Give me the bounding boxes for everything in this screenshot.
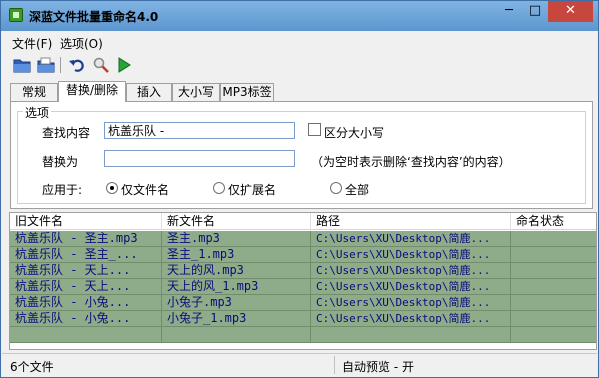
replace-tab-panel: 选项 查找内容 区分大小写 替换为 （为空时表示删除‘查找内容’的内容） 应用于…	[10, 101, 593, 209]
table-row[interactable]: 杭盖乐队 - 圣主_... 圣主_1.mp3 C:\Users\XU\Deskt…	[10, 247, 596, 263]
empty-cell	[511, 327, 596, 342]
table-row[interactable]: 杭盖乐队 - 小兔... 小兔子.mp3 C:\Users\XU\Desktop…	[10, 295, 596, 311]
tab-replace-delete[interactable]: 替换/删除	[58, 81, 126, 102]
radio-extension-only[interactable]	[213, 182, 225, 194]
auto-preview-status: 自动预览 - 开	[342, 360, 414, 374]
find-input[interactable]	[104, 122, 295, 139]
status-cell	[511, 247, 596, 262]
table-row[interactable]: 杭盖乐队 - 圣主.mp3 圣主.mp3 C:\Users\XU\Desktop…	[10, 231, 596, 247]
maximize-button[interactable]: □	[522, 1, 548, 22]
preview-icon[interactable]	[92, 56, 110, 74]
main-window: 深蓝文件批量重命名4.0 ─ □ ✕ 文件(F) 选项(O) 常规 替换/删除 …	[0, 0, 599, 378]
case-sensitive-label[interactable]: 区分大小写	[324, 124, 384, 141]
path-cell: C:\Users\XU\Desktop\简鹿...	[311, 279, 511, 294]
replace-hint: （为空时表示删除‘查找内容’的内容）	[311, 155, 511, 169]
close-button[interactable]: ✕	[548, 1, 593, 22]
radio-extension-label[interactable]: 仅扩展名	[228, 181, 276, 198]
column-old-name[interactable]: 旧文件名	[10, 213, 162, 230]
radio-filename-label[interactable]: 仅文件名	[121, 181, 169, 198]
open-folder-icon[interactable]	[13, 56, 31, 74]
table-row[interactable]: 杭盖乐队 - 天上... 天上的风_1.mp3 C:\Users\XU\Desk…	[10, 279, 596, 295]
empty-cell	[162, 327, 311, 342]
tab-mp3-tag[interactable]: MP3标签	[220, 83, 274, 101]
radio-filename-only[interactable]	[106, 182, 118, 194]
new-name-cell: 天上的风.mp3	[162, 263, 311, 278]
radio-all-label[interactable]: 全部	[345, 181, 369, 198]
app-icon	[9, 8, 23, 22]
run-icon[interactable]	[115, 56, 133, 74]
path-cell: C:\Users\XU\Desktop\简鹿...	[311, 263, 511, 278]
menu-bar: 文件(F) 选项(O)	[2, 32, 597, 52]
empty-cell	[10, 327, 162, 342]
old-name-cell: 杭盖乐队 - 圣主_...	[10, 247, 162, 262]
status-cell	[511, 231, 596, 246]
path-cell: C:\Users\XU\Desktop\简鹿...	[311, 295, 511, 310]
status-cell	[511, 279, 596, 294]
table-row-empty	[10, 327, 596, 343]
undo-icon[interactable]	[68, 56, 86, 74]
toolbar	[2, 53, 597, 77]
status-cell	[511, 311, 596, 326]
empty-cell	[311, 327, 511, 342]
options-group: 选项 查找内容 区分大小写 替换为 （为空时表示删除‘查找内容’的内容） 应用于…	[17, 104, 586, 204]
old-name-cell: 杭盖乐队 - 小兔...	[10, 311, 162, 326]
column-new-name[interactable]: 新文件名	[162, 213, 311, 230]
tab-case[interactable]: 大小写	[172, 83, 220, 101]
file-count-status: 6个文件	[10, 360, 54, 374]
find-label: 查找内容	[42, 126, 91, 140]
tab-insert[interactable]: 插入	[126, 83, 172, 101]
status-divider	[334, 356, 335, 374]
status-cell	[511, 263, 596, 278]
new-name-cell: 小兔子.mp3	[162, 295, 311, 310]
column-path[interactable]: 路径	[311, 213, 511, 230]
path-cell: C:\Users\XU\Desktop\简鹿...	[311, 231, 511, 246]
table-row[interactable]: 杭盖乐队 - 天上... 天上的风.mp3 C:\Users\XU\Deskto…	[10, 263, 596, 279]
title-bar[interactable]: 深蓝文件批量重命名4.0 ─ □ ✕	[1, 1, 598, 31]
old-name-cell: 杭盖乐队 - 圣主.mp3	[10, 231, 162, 246]
new-name-cell: 小兔子_1.mp3	[162, 311, 311, 326]
window-title: 深蓝文件批量重命名4.0	[29, 10, 159, 24]
status-cell	[511, 295, 596, 310]
path-cell: C:\Users\XU\Desktop\简鹿...	[311, 311, 511, 326]
path-cell: C:\Users\XU\Desktop\简鹿...	[311, 247, 511, 262]
menu-options[interactable]: 选项(O)	[60, 35, 103, 52]
options-group-title: 选项	[23, 104, 52, 121]
new-name-cell: 圣主.mp3	[162, 231, 311, 246]
menu-file[interactable]: 文件(F)	[12, 35, 52, 52]
old-name-cell: 杭盖乐队 - 小兔...	[10, 295, 162, 310]
replace-label: 替换为	[42, 155, 79, 169]
new-name-cell: 圣主_1.mp3	[162, 247, 311, 262]
radio-all[interactable]	[330, 182, 342, 194]
replace-input[interactable]	[104, 150, 295, 167]
status-bar: 6个文件 自动预览 - 开	[2, 353, 597, 375]
list-rows: 杭盖乐队 - 圣主.mp3 圣主.mp3 C:\Users\XU\Desktop…	[10, 231, 596, 343]
toolbar-separator	[60, 57, 61, 73]
file-list[interactable]: 旧文件名 新文件名 路径 命名状态 杭盖乐队 - 圣主.mp3 圣主.mp3 C…	[9, 212, 597, 350]
open-file-icon[interactable]	[37, 56, 55, 74]
old-name-cell: 杭盖乐队 - 天上...	[10, 263, 162, 278]
table-row[interactable]: 杭盖乐队 - 小兔... 小兔子_1.mp3 C:\Users\XU\Deskt…	[10, 311, 596, 327]
column-status[interactable]: 命名状态	[511, 213, 596, 230]
case-sensitive-checkbox[interactable]	[308, 123, 321, 136]
apply-label: 应用于:	[42, 183, 83, 197]
list-header: 旧文件名 新文件名 路径 命名状态	[10, 213, 596, 230]
old-name-cell: 杭盖乐队 - 天上...	[10, 279, 162, 294]
new-name-cell: 天上的风_1.mp3	[162, 279, 311, 294]
minimize-button[interactable]: ─	[496, 1, 522, 22]
tab-general[interactable]: 常规	[10, 83, 58, 101]
